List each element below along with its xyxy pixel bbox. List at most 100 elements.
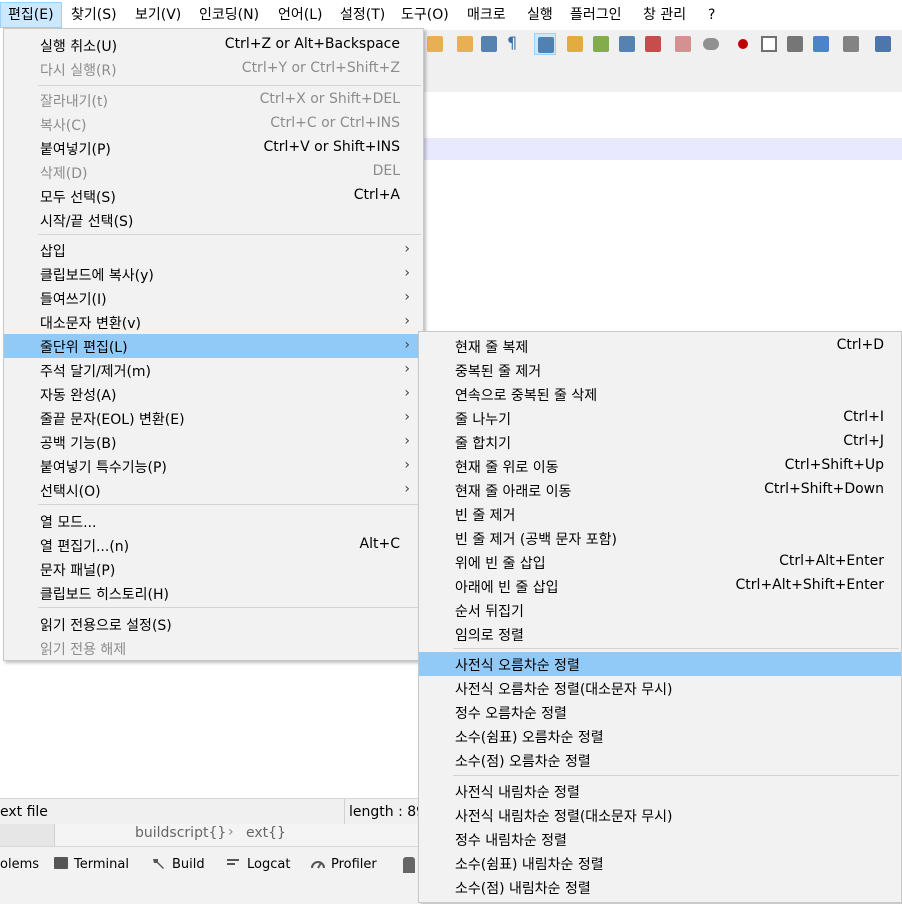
line-menu-item[interactable]: 사전식 오름차순 정렬(대소문자 무시) [419,676,901,700]
menu-2[interactable]: 보기(V) [128,2,188,28]
edit-menu-item[interactable]: 삭제(D) DEL [4,160,423,184]
line-menu-item[interactable]: 정수 오름차순 정렬 [419,700,901,724]
menu-9[interactable]: 플러그인 [563,2,629,28]
tool-tab-label: Profiler [331,857,377,872]
line-menu-item[interactable]: 줄 합치기 Ctrl+J [419,430,901,454]
line-menu-item[interactable]: 소수(점) 내림차순 정렬 [419,875,901,899]
menu-item-label: 사전식 내림차순 정렬(대소문자 무시) [455,809,673,825]
edit-menu-item[interactable]: 공백 기능(B) › [4,430,423,454]
doc-map-icon[interactable] [564,33,586,55]
save-all-icon[interactable] [424,33,446,55]
menu-item-label: 실행 취소(U) [40,39,118,55]
play-icon[interactable] [784,33,806,55]
edit-menu-item[interactable]: 다시 실행(R) Ctrl+Y or Ctrl+Shift+Z [4,57,423,81]
line-menu-item[interactable]: 빈 줄 제거 [419,502,901,526]
menu-5[interactable]: 설정(T) [333,2,392,28]
stop-icon[interactable] [758,33,780,55]
menu-item-shortcut: Ctrl+V or Shift+INS [263,139,400,155]
line-menu-item[interactable]: 빈 줄 제거 (공백 문자 포함) [419,526,901,550]
indent-guide-icon-glyph [538,37,554,53]
edit-menu-item[interactable]: 문자 패널(P) [4,557,423,581]
record-icon[interactable] [732,33,754,55]
line-menu-item[interactable]: 현재 줄 아래로 이동 Ctrl+Shift+Down [419,478,901,502]
edit-menu-item[interactable]: 열 모드... [4,509,423,533]
tool-tab-profiler[interactable]: Profiler [311,857,377,872]
folder-icon[interactable] [672,33,694,55]
menu-item-label: 읽기 전용 해제 [40,642,127,658]
record-icon-glyph [738,39,748,49]
monitor-icon[interactable] [642,33,664,55]
edit-menu-item[interactable]: 들여쓰기(I) › [4,286,423,310]
line-menu-item[interactable]: 소수(점) 오름차순 정렬 [419,748,901,772]
menu-6[interactable]: 도구(O) [394,2,456,28]
edit-menu-item[interactable]: 읽기 전용으로 설정(S) [4,612,423,636]
edit-menu-item[interactable]: 자동 완성(A) › [4,382,423,406]
edit-menu-item[interactable]: 모두 선택(S) Ctrl+A [4,184,423,208]
menu-0[interactable]: 편집(E) [0,2,62,28]
edit-menu-item[interactable]: 삽입 › [4,238,423,262]
menu-4[interactable]: 언어(L) [271,2,329,28]
more-tools-icon[interactable] [403,857,415,873]
menu-10[interactable]: 창 관리 [636,2,693,28]
tool-tab-problems[interactable]: olems [0,857,39,872]
folder-workspace-icon[interactable] [616,33,638,55]
cloud-icon[interactable] [700,33,722,55]
close-icon[interactable] [454,33,476,55]
menu-1[interactable]: 찾기(S) [64,2,124,28]
pilcrow-icon[interactable]: ¶ [504,33,526,55]
line-menu-item[interactable]: 중복된 줄 제거 [419,358,901,382]
edit-menu-item[interactable]: 선택시(O) › [4,478,423,502]
save-macro-icon[interactable] [840,33,862,55]
line-menu-item[interactable]: 임의로 정렬 [419,622,901,646]
menu-3[interactable]: 인코딩(N) [192,2,266,28]
edit-menu-item[interactable]: 붙여넣기 특수기능(P) › [4,454,423,478]
line-menu-item[interactable]: 사전식 내림차순 정렬 [419,779,901,803]
line-menu-item[interactable]: 사전식 오름차순 정렬 [419,652,901,676]
edit-menu-item[interactable]: 클립보드 히스토리(H) [4,581,423,605]
edit-menu-item[interactable]: 시작/끝 선택(S) [4,208,423,232]
breadcrumb-item[interactable]: ext{} [246,825,286,841]
edit-menu-item[interactable]: 주석 달기/제거(m) › [4,358,423,382]
line-menu-item[interactable]: 순서 뒤집기 [419,598,901,622]
line-menu-item[interactable]: 위에 빈 줄 삽입 Ctrl+Alt+Enter [419,550,901,574]
menu-7[interactable]: 매크로 [460,2,513,28]
line-menu-item[interactable]: 현재 줄 복제 Ctrl+D [419,334,901,358]
indent-guide-icon[interactable] [534,33,556,55]
edit-menu: 실행 취소(U) Ctrl+Z or Alt+Backspace 다시 실행(R) C… [3,28,424,661]
wrap-icon[interactable] [478,33,500,55]
edit-menu-item[interactable]: 대소문자 변환(v) › [4,310,423,334]
line-menu-item[interactable]: 소수(쉼표) 내림차순 정렬 [419,851,901,875]
chevron-right-icon: › [404,385,410,401]
line-menu-item[interactable]: 정수 내림차순 정렬 [419,827,901,851]
menu-11[interactable]: ? [701,2,722,28]
editor-area[interactable] [424,92,902,332]
tool-tab-logcat[interactable]: Logcat [227,857,290,872]
line-menu-item[interactable]: 연속으로 중복된 줄 삭제 [419,382,901,406]
menu-item-label: 줄단위 편집(L) [40,340,128,356]
edit-menu-item[interactable]: 줄끝 문자(EOL) 변환(E) › [4,406,423,430]
edit-menu-item[interactable]: 붙여넣기(P) Ctrl+V or Shift+INS [4,136,423,160]
edit-menu-item[interactable]: 잘라내기(t) Ctrl+X or Shift+DEL [4,88,423,112]
function-list-icon[interactable] [590,33,612,55]
edit-menu-item[interactable]: 복사(C) Ctrl+C or Ctrl+INS [4,112,423,136]
edit-menu-item[interactable]: 열 편집기...(n) Alt+C [4,533,423,557]
menu-8[interactable]: 실행 [520,2,560,28]
edit-menu-item[interactable]: 클립보드에 복사(y) › [4,262,423,286]
edit-menu-item[interactable]: 읽기 전용 해제 [4,636,423,660]
line-menu-item[interactable]: 줄 나누기 Ctrl+I [419,406,901,430]
menu-item-label: 삭제(D) [40,166,88,182]
edit-menu-item[interactable]: 줄단위 편집(L) › [4,334,423,358]
edit-menu-item[interactable]: 실행 취소(U) Ctrl+Z or Alt+Backspace [4,33,423,57]
menu-item-shortcut: Ctrl+Shift+Up [784,457,884,473]
line-menu-item[interactable]: 사전식 내림차순 정렬(대소문자 무시) [419,803,901,827]
line-menu-item[interactable]: 소수(쉼표) 오름차순 정렬 [419,724,901,748]
breadcrumb-item[interactable]: buildscript{} [135,825,226,841]
menu-separator [38,607,421,608]
line-menu-item[interactable]: 아래에 빈 줄 삽입 Ctrl+Alt+Shift+Enter [419,574,901,598]
spellcheck-icon[interactable] [872,33,894,55]
menu-item-label: 공백 기능(B) [40,436,117,452]
line-menu-item[interactable]: 현재 줄 위로 이동 Ctrl+Shift+Up [419,454,901,478]
tool-tab-build[interactable]: Build [152,857,205,872]
play-multiple-icon[interactable] [810,33,832,55]
tool-tab-terminal[interactable]: Terminal [54,857,129,872]
